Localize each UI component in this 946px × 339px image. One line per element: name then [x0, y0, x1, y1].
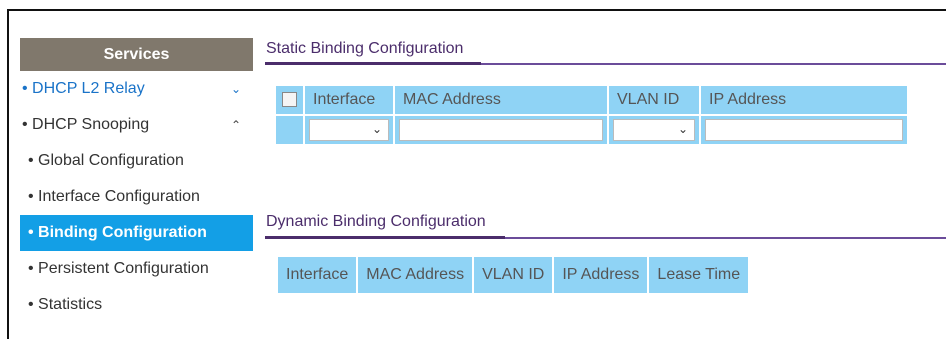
- sidebar-item-global-configuration[interactable]: • Global Configuration: [20, 143, 253, 179]
- sidebar-item-label: • Interface Configuration: [28, 188, 200, 205]
- column-header-interface: Interface: [278, 257, 357, 293]
- column-header-lease-time: Lease Time: [649, 257, 749, 293]
- column-header-ip-address: IP Address: [701, 86, 907, 114]
- sidebar-header: Services: [20, 38, 253, 71]
- chevron-down-icon: ⌄: [371, 122, 382, 136]
- table-header-row: Interface MAC Address VLAN ID IP Address…: [278, 257, 749, 293]
- column-header-mac-address: MAC Address: [395, 86, 607, 114]
- select-all-cell: [276, 86, 303, 114]
- column-header-vlan-id: VLAN ID: [609, 86, 699, 114]
- dynamic-binding-table: Interface MAC Address VLAN ID IP Address…: [276, 255, 750, 295]
- column-header-vlan-id: VLAN ID: [474, 257, 553, 293]
- sidebar-item-dhcp-snooping[interactable]: • DHCP Snooping ⌃: [20, 107, 253, 143]
- sidebar-item-binding-configuration[interactable]: • Binding Configuration: [20, 215, 253, 251]
- sidebar-item-label: • Global Configuration: [28, 152, 184, 169]
- sidebar-item-label: • Binding Configuration: [28, 224, 207, 241]
- column-header-ip-address: IP Address: [554, 257, 648, 293]
- sidebar-item-statistics[interactable]: • Statistics: [20, 287, 253, 323]
- interface-select[interactable]: ⌄: [309, 119, 389, 141]
- sidebar-item-label: • Statistics: [28, 296, 103, 313]
- sidebar-item-label: • DHCP Snooping: [22, 116, 150, 133]
- table-header-row: Interface MAC Address VLAN ID IP Address: [276, 86, 907, 114]
- table-row: ⌄ ⌄: [276, 116, 907, 144]
- chevron-down-icon: ⌄: [677, 122, 688, 136]
- sidebar-item-persistent-configuration[interactable]: • Persistent Configuration: [20, 251, 253, 287]
- sidebar-item-label: • Persistent Configuration: [28, 260, 209, 277]
- static-binding-table: Interface MAC Address VLAN ID IP Address…: [274, 84, 909, 146]
- mac-address-input[interactable]: [399, 119, 603, 141]
- mac-address-cell: [395, 116, 607, 144]
- column-header-interface: Interface: [305, 86, 393, 114]
- chevron-up-icon[interactable]: ⌃: [231, 118, 241, 132]
- interface-cell: ⌄: [305, 116, 393, 144]
- chevron-down-icon[interactable]: ⌄: [231, 82, 241, 96]
- sidebar-item-label: • DHCP L2 Relay: [22, 80, 145, 97]
- select-all-checkbox[interactable]: [282, 92, 297, 108]
- ip-address-cell: [701, 116, 907, 144]
- dynamic-binding-divider: [265, 236, 946, 239]
- vlan-id-cell: ⌄: [609, 116, 699, 144]
- sidebar: Services • DHCP L2 Relay ⌄ • DHCP Snoopi…: [20, 38, 253, 323]
- static-binding-divider: [265, 62, 946, 65]
- empty-cell: [276, 116, 303, 144]
- sidebar-item-dhcp-l2-relay[interactable]: • DHCP L2 Relay ⌄: [20, 71, 253, 107]
- column-header-mac-address: MAC Address: [358, 257, 473, 293]
- static-binding-title: Static Binding Configuration: [266, 40, 464, 57]
- vlan-id-select[interactable]: ⌄: [613, 119, 695, 141]
- ip-address-input[interactable]: [705, 119, 903, 141]
- sidebar-item-interface-configuration[interactable]: • Interface Configuration: [20, 179, 253, 215]
- dynamic-binding-title: Dynamic Binding Configuration: [266, 213, 486, 230]
